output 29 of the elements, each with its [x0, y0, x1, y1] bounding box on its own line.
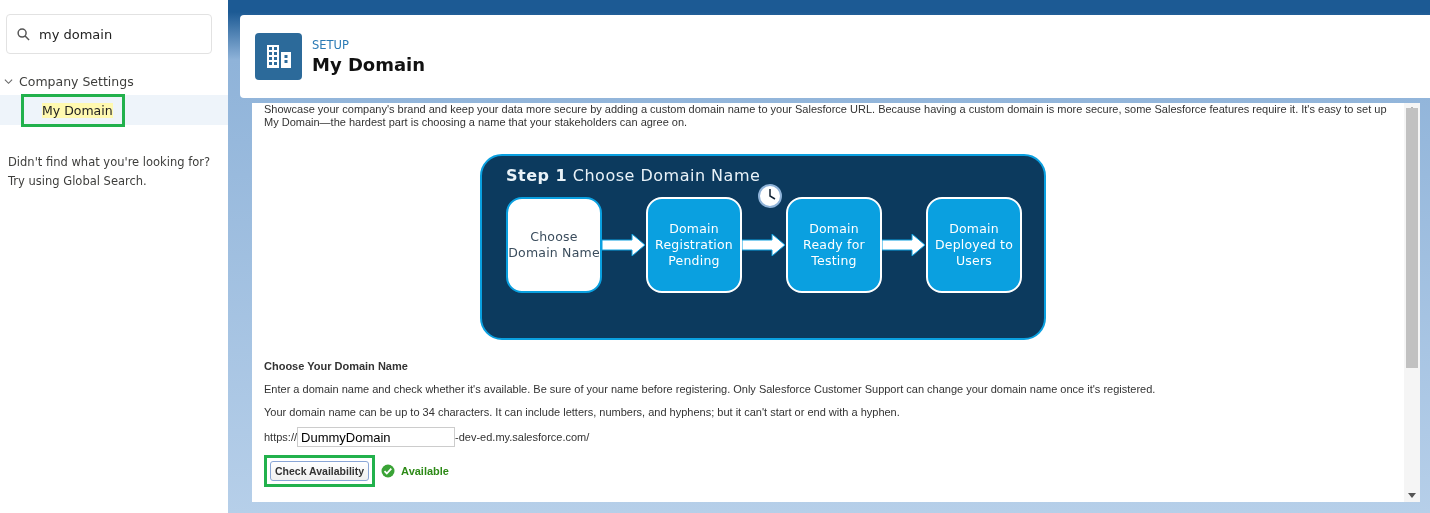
- help-text: Didn't find what you're looking for?: [8, 154, 212, 171]
- chevron-icon: [4, 77, 13, 86]
- stage-card: Choose Domain Name: [506, 197, 602, 293]
- search-icon: [17, 27, 30, 41]
- stage-card: Domain Deployed to Users: [926, 197, 1022, 293]
- status-text: Available: [401, 465, 449, 477]
- domain-input[interactable]: DummyDomain: [297, 427, 456, 447]
- help-text: Your domain name can be up to 34 characters. It can include letters, numbers, and hyphens; but it can't start or end with a hyphen.: [264, 406, 901, 418]
- diagram-title: Step 1 Choose Domain Name: [506, 166, 762, 185]
- arrow-icon: [742, 234, 786, 256]
- scrollbar[interactable]: [1404, 103, 1420, 502]
- scroll-down-icon[interactable]: [1408, 493, 1416, 498]
- arrow-icon: [882, 234, 926, 256]
- search-text: my domain: [39, 26, 113, 42]
- check-availability-button[interactable]: Check Availability: [270, 461, 370, 481]
- breadcrumb: SETUP: [312, 38, 350, 52]
- arrow-icon: [602, 234, 646, 256]
- section-heading: Choose Your Domain Name: [264, 360, 409, 372]
- tree-item[interactable]: Company Settings: [0, 74, 228, 89]
- search-field[interactable]: my domain: [6, 14, 212, 54]
- help-text: Enter a domain name and check whether it's available. Be sure of your name before registering. Only Salesforce Customer Support can change your domain name once it's registered.: [264, 383, 1157, 395]
- building-icon: [255, 33, 302, 80]
- intro-text: Showcase your company's brand and keep your data more secure by adding a custom domain name to your Salesforce URL. Because having a custom domain is more secure, some Salesforce features require it. It's easy to set up My Domain—the hardest part is choosing a name that your stakeholders can agree on.: [264, 103, 1388, 129]
- url-suffix: -dev-ed.my.salesforce.com/: [455, 431, 590, 443]
- page-title: My Domain: [312, 54, 426, 75]
- help-text: Try using Global Search.: [8, 173, 148, 190]
- stage-card: Domain Ready for Testing: [786, 197, 882, 293]
- stage-card: Domain Registration Pending: [646, 197, 742, 293]
- url-prefix: https://: [264, 431, 298, 443]
